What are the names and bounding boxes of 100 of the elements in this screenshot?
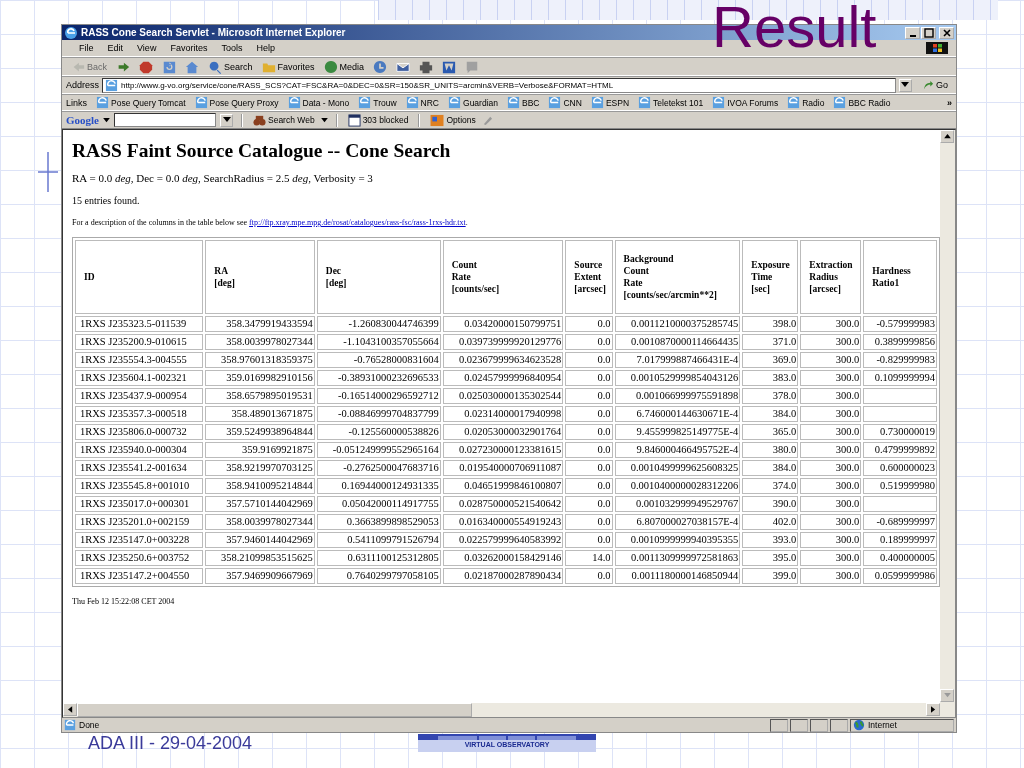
column-header: Background Count Rate [counts/sec/arcmin**2]	[614, 240, 741, 314]
page-icon	[105, 78, 119, 92]
table-cell: -0.829999983	[863, 352, 937, 368]
discuss-icon	[465, 59, 480, 74]
page-icon	[405, 96, 419, 109]
table-cell: 0.0011210000375285745	[614, 316, 741, 332]
links-label: Links	[66, 97, 87, 108]
link-button[interactable]: IVOA Forums	[712, 96, 779, 109]
status-pane	[790, 718, 808, 732]
media-button[interactable]: Media	[320, 58, 368, 75]
close-button[interactable]	[939, 26, 954, 39]
table-cell: 0.0011180000146850944	[614, 568, 741, 584]
go-button[interactable]: Go	[915, 79, 952, 91]
vertical-scrollbar[interactable]	[940, 130, 955, 717]
link-button[interactable]: Pose Query Proxy	[194, 96, 279, 109]
link-button[interactable]: ESPN	[590, 96, 630, 109]
table-cell: 7.017999887466431E-4	[614, 352, 741, 368]
link-button[interactable]: Data - Mono	[287, 96, 350, 109]
menu-item[interactable]: Edit	[100, 43, 131, 53]
link-button[interactable]: Radio	[787, 96, 825, 109]
link-button[interactable]: Trouw	[358, 96, 397, 109]
scroll-left-button[interactable]	[63, 703, 77, 716]
link-button[interactable]: CNN	[548, 96, 582, 109]
home-icon	[185, 59, 199, 74]
table-cell: 0.04651999846100807	[442, 478, 564, 494]
menu-item[interactable]: View	[130, 43, 164, 53]
search-button[interactable]: Search	[205, 58, 256, 75]
table-cell: 359.0169982910156	[205, 370, 315, 386]
search-field[interactable]	[114, 113, 216, 127]
table-cell: 378.0	[742, 388, 799, 404]
table-cell: 0.730000019	[863, 424, 937, 440]
table-cell: 358.6579895019531	[205, 388, 315, 404]
table-cell: 300.0	[800, 406, 862, 422]
table-cell: 383.0	[742, 370, 799, 386]
window-icon	[347, 113, 361, 127]
table-cell: 357.9469909667969	[205, 568, 315, 584]
link-button[interactable]: Pose Query Tomcat	[96, 96, 186, 109]
page-icon	[833, 96, 847, 109]
link-button[interactable]: NRC	[405, 96, 439, 109]
search-web-button[interactable]: Search Web	[251, 113, 317, 127]
zone-text: Internet	[850, 718, 954, 732]
link-button[interactable]: Teletekst 101	[638, 96, 704, 109]
result-count: 15 entries found.	[72, 195, 141, 206]
table-cell: 300.0	[800, 352, 862, 368]
menu-item[interactable]: File	[72, 43, 101, 53]
page-icon	[548, 96, 562, 109]
maximize-button[interactable]	[921, 26, 936, 39]
table-cell: 1RXS J235323.5-011539	[75, 316, 204, 332]
table-cell: 9.455999825149775E-4	[614, 424, 741, 440]
edit-icon	[442, 59, 457, 74]
table-cell: 0.0	[565, 496, 613, 512]
table-cell: 300.0	[800, 424, 862, 440]
table-cell: 358.9410095214844	[205, 478, 315, 494]
page-icon	[448, 96, 461, 109]
table-cell: 0.1099999994	[863, 370, 937, 386]
table-cell: 0.001032999949529767	[614, 496, 741, 512]
table-cell: 398.0	[742, 316, 799, 332]
table-cell: 390.0	[742, 496, 799, 512]
table-cell: 0.3899999856	[863, 334, 937, 350]
table-cell: 0.0	[565, 442, 613, 458]
table-cell: 0.0	[565, 352, 613, 368]
table-cell: 300.0	[800, 478, 862, 494]
menu-item[interactable]: Favorites	[163, 43, 215, 53]
dropdown-button[interactable]	[899, 78, 912, 92]
table-cell: 358.21099853515625	[205, 550, 315, 566]
table-cell: 300.0	[800, 550, 862, 566]
column-header: ID	[75, 240, 204, 314]
address-field[interactable]: http://www.g-vo.org/service/cone/RASS_SCS?CAT=FSC&RA=0&DEC=0&SR=150&SR_UNITS=arcmin&VERB=Verbose&FORMAT=HTML	[102, 77, 896, 93]
table-cell: 380.0	[742, 442, 799, 458]
page-icon	[64, 719, 76, 731]
link-button[interactable]: Guardian	[448, 96, 498, 109]
menu-item[interactable]: Tools	[214, 43, 250, 53]
dropdown-button[interactable]	[220, 113, 233, 127]
table-cell: 0.0	[565, 424, 613, 440]
table-cell: 384.0	[742, 460, 799, 476]
table-cell: 1RXS J235201.0+002159	[75, 514, 204, 530]
table-cell: 358.489013671875	[205, 406, 315, 422]
table-cell: 0.0	[565, 460, 613, 476]
more-links-button[interactable]: »	[947, 97, 952, 108]
page-heading: RASS Faint Source Catalogue -- Cone Search	[72, 140, 452, 162]
right-arrow-icon	[930, 706, 936, 713]
table-cell: 0.0	[565, 568, 613, 584]
table-cell: 1RXS J235545.8+001010	[75, 478, 204, 494]
link-button[interactable]: BBC Radio	[833, 96, 891, 109]
scroll-up-button[interactable]	[940, 130, 954, 143]
favorites-button[interactable]: Favorites	[258, 58, 318, 75]
status-pane	[810, 718, 828, 732]
google-logo[interactable]: Google	[66, 114, 99, 126]
minimize-button[interactable]	[905, 26, 920, 39]
popup-blocker-button[interactable]: 303 blocked	[345, 113, 411, 127]
scroll-right-button[interactable]	[926, 703, 940, 716]
link-button[interactable]: BBC	[507, 96, 540, 109]
table-cell: 0.189999997	[863, 532, 937, 548]
scroll-thumb[interactable]	[77, 703, 472, 717]
options-button[interactable]: Options	[428, 113, 478, 127]
table-cell: 300.0	[800, 568, 862, 584]
table-cell: 359.9169921875	[205, 442, 315, 458]
menu-item[interactable]: Help	[249, 43, 282, 53]
browser-logo-icon	[64, 25, 78, 40]
horizontal-scrollbar[interactable]	[63, 703, 940, 717]
